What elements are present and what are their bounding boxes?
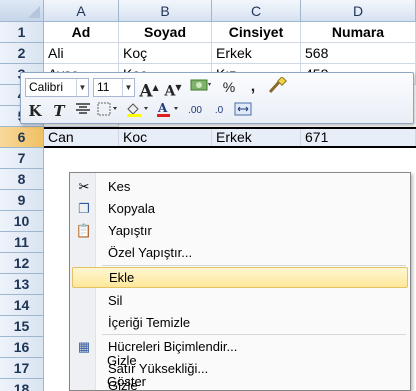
- row-header-9[interactable]: 9: [0, 190, 44, 211]
- row-header-16[interactable]: 16: [0, 337, 44, 358]
- font-name-value: Calibri: [29, 79, 64, 94]
- money-icon: [190, 79, 211, 91]
- menu-item-clear-contents[interactable]: İçeriği Temizle: [72, 312, 408, 333]
- chevron-down-icon: ▼: [122, 78, 134, 96]
- cell-a6[interactable]: Can: [44, 127, 119, 148]
- decrease-decimal-button[interactable]: .0: [209, 101, 229, 121]
- copy-icon: ❐: [78, 200, 90, 216]
- select-all-corner[interactable]: [0, 0, 44, 22]
- row-header-1[interactable]: 1: [0, 22, 44, 43]
- menu-item-label: Özel Yapıştır...: [108, 245, 193, 260]
- cell-d2[interactable]: 568: [301, 43, 416, 64]
- merge-center-icon: [234, 102, 252, 116]
- font-name-combo[interactable]: Calibri ▼: [25, 77, 89, 97]
- column-header-d[interactable]: D: [301, 0, 416, 22]
- row-header-10[interactable]: 10: [0, 211, 44, 232]
- cell-b1[interactable]: Soyad: [119, 22, 212, 43]
- paste-icon: 📋: [75, 222, 93, 238]
- menu-item-label: Kopyala: [108, 201, 155, 216]
- format-painter-button[interactable]: [267, 76, 287, 97]
- column-header-a[interactable]: A: [44, 0, 119, 22]
- fill-color-button[interactable]: [125, 101, 151, 121]
- borders-button[interactable]: [97, 101, 121, 121]
- svg-text:A: A: [157, 101, 168, 115]
- column-header-b[interactable]: B: [119, 0, 212, 22]
- menu-item-hide-row[interactable]: Gizle: [71, 350, 407, 370]
- cell-a1[interactable]: Ad: [44, 22, 119, 43]
- cell-c6[interactable]: Erkek: [212, 127, 301, 148]
- menu-separator: [102, 265, 406, 266]
- row-header-8[interactable]: 8: [0, 169, 44, 190]
- menu-item-label: Gizle: [107, 352, 137, 368]
- menu-item-insert[interactable]: Ekle: [72, 267, 408, 288]
- align-center-icon: [76, 103, 90, 114]
- percent-style-button[interactable]: %: [219, 77, 239, 97]
- menu-item-label: Göster: [107, 373, 147, 389]
- row-header-11[interactable]: 11: [0, 232, 44, 253]
- cell-c1[interactable]: Cinsiyet: [212, 22, 301, 43]
- column-header-c[interactable]: C: [212, 0, 301, 22]
- cell-b2[interactable]: Koç: [119, 43, 212, 64]
- menu-item-label: İçeriği Temizle: [108, 315, 191, 330]
- cell-a2[interactable]: Ali: [44, 43, 119, 64]
- menu-item-delete[interactable]: Sil: [72, 290, 408, 311]
- cell-d6[interactable]: 671: [301, 127, 416, 148]
- font-size-value: 11: [97, 79, 110, 94]
- menu-item-copy[interactable]: ❐ Kopyala: [72, 198, 408, 219]
- font-color-icon: A: [157, 101, 178, 117]
- row-header-18[interactable]: 18: [0, 379, 44, 391]
- cell-c2[interactable]: Erkek: [212, 43, 301, 64]
- row-header-15[interactable]: 15: [0, 316, 44, 337]
- menu-separator: [102, 334, 406, 335]
- merge-center-button[interactable]: [233, 101, 253, 121]
- row-header-17[interactable]: 17: [0, 358, 44, 379]
- row-header-14[interactable]: 14: [0, 295, 44, 316]
- menu-item-label: Ekle: [109, 270, 135, 285]
- row-header-12[interactable]: 12: [0, 253, 44, 274]
- menu-item-label: Yapıştır: [108, 223, 152, 238]
- menu-item-label: Sil: [108, 293, 123, 308]
- row-header-13[interactable]: 13: [0, 274, 44, 295]
- menu-item-unhide[interactable]: Göster: [71, 371, 407, 391]
- chevron-down-icon: ▼: [76, 78, 88, 96]
- shrink-font-button[interactable]: A▼: [163, 77, 183, 100]
- format-painter-icon: [268, 76, 287, 94]
- menu-item-paste[interactable]: 📋 Yapıştır: [72, 220, 408, 241]
- italic-button[interactable]: T: [49, 101, 69, 121]
- increase-decimal-button[interactable]: .00: [185, 101, 205, 121]
- borders-icon: [97, 102, 117, 116]
- cell-d1[interactable]: Numara: [301, 22, 416, 43]
- scissors-icon: ✂: [78, 178, 90, 194]
- comma-style-button[interactable]: ,: [243, 77, 263, 97]
- row-header-6[interactable]: 6: [0, 127, 44, 148]
- menu-item-label: Kes: [108, 179, 131, 194]
- align-center-button[interactable]: [73, 101, 93, 121]
- row-header-7[interactable]: 7: [0, 148, 44, 169]
- mini-toolbar: Calibri ▼ 11 ▼ A▲ A▼ % , K T A .00 .0: [20, 72, 414, 124]
- menu-item-paste-special[interactable]: Özel Yapıştır...: [72, 242, 408, 263]
- row-header-2[interactable]: 2: [0, 43, 44, 64]
- bold-button[interactable]: K: [25, 101, 45, 121]
- grow-font-button[interactable]: A▲: [139, 77, 159, 102]
- font-size-combo[interactable]: 11 ▼: [93, 77, 135, 97]
- menu-item-cut[interactable]: ✂ Kes: [72, 176, 408, 197]
- accounting-format-button[interactable]: [187, 77, 215, 97]
- fill-color-icon: [127, 103, 148, 117]
- font-color-button[interactable]: A: [155, 101, 181, 121]
- cell-b6[interactable]: Koc: [119, 127, 212, 148]
